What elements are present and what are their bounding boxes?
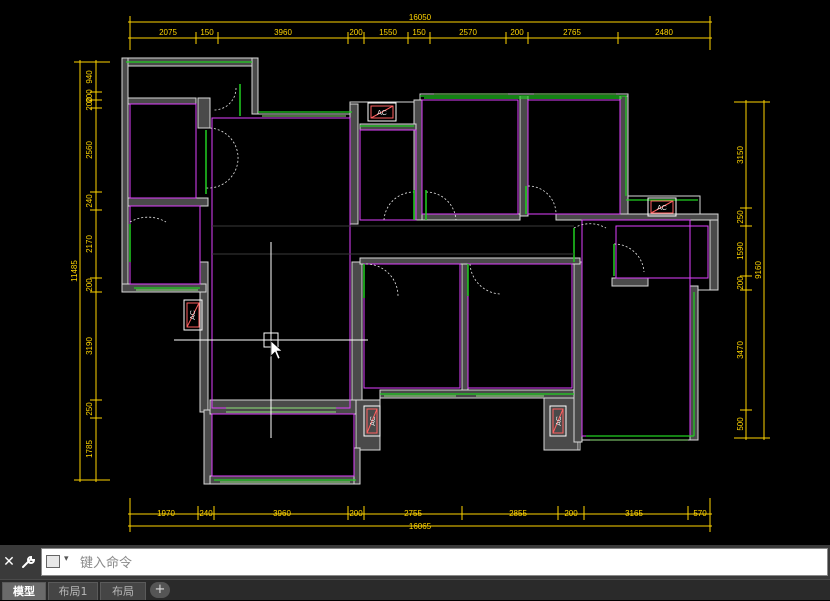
- ac-unit: AC: [647, 197, 677, 217]
- chevron-down-icon[interactable]: ▾: [64, 554, 69, 564]
- dimension-texts: 16050 2075 150 3960 200 1550 150 2570 20…: [70, 13, 763, 531]
- bottom-dim: 570: [693, 509, 707, 518]
- wrench-icon[interactable]: [20, 554, 38, 570]
- left-dim: 200: [85, 97, 94, 111]
- windows: [136, 93, 688, 483]
- bottom-dim: 3960: [273, 509, 291, 518]
- left-dim: 250: [85, 402, 94, 416]
- reference-lines: [212, 225, 574, 255]
- command-line-bar: ✕ ▾: [0, 545, 830, 579]
- ac-unit: AC: [183, 299, 203, 331]
- left-dim: 1785: [85, 440, 94, 458]
- left-dim: 940: [85, 70, 94, 84]
- left-dim: 240: [85, 194, 94, 208]
- bottom-dim: 2855: [509, 509, 527, 518]
- right-dim: 200: [736, 276, 745, 290]
- ac-units: AC AC AC AC AC: [183, 102, 677, 437]
- command-input-field[interactable]: ▾: [41, 548, 828, 576]
- ac-label: AC: [377, 110, 387, 117]
- top-dim: 200: [349, 28, 363, 37]
- left-dim: 3190: [85, 337, 94, 355]
- top-dim: 150: [200, 28, 214, 37]
- bottom-dim: 240: [199, 509, 213, 518]
- close-icon[interactable]: ✕: [2, 554, 16, 570]
- left-dim: 2170: [85, 235, 94, 253]
- bottom-overall-dimension: 16065: [409, 522, 432, 531]
- command-input[interactable]: [78, 552, 812, 574]
- tab-layout[interactable]: 布局: [100, 582, 146, 600]
- floor-plan-walls: [121, 57, 719, 485]
- drawing-canvas[interactable]: 16050 2075 150 3960 200 1550 150 2570 20…: [0, 0, 830, 545]
- dimension-lines: [74, 16, 770, 532]
- right-dim: 1590: [736, 242, 745, 260]
- ac-label: AC: [370, 416, 377, 426]
- left-dimension-ticks: [74, 61, 110, 481]
- top-dim: 2480: [655, 28, 673, 37]
- add-layout-button[interactable]: +: [150, 582, 170, 598]
- top-dim: 2765: [563, 28, 581, 37]
- tab-layout1[interactable]: 布局1: [48, 582, 98, 600]
- ac-unit: AC: [367, 102, 397, 122]
- right-dim: 250: [736, 210, 745, 224]
- right-dim: 500: [736, 417, 745, 431]
- right-dim: 3150: [736, 146, 745, 164]
- bottom-dim: 1970: [157, 509, 175, 518]
- bottom-dim: 200: [349, 509, 363, 518]
- bottom-dim: 3165: [625, 509, 643, 518]
- top-overall-dimension: 16050: [409, 13, 432, 22]
- top-dim: 150: [412, 28, 426, 37]
- bottom-dim: 200: [564, 509, 578, 518]
- top-dim: 3960: [274, 28, 292, 37]
- right-overall-dimension: 9160: [754, 261, 763, 279]
- top-dim: 1550: [379, 28, 397, 37]
- ac-label: AC: [657, 205, 667, 212]
- tab-model[interactable]: 模型: [2, 582, 46, 600]
- top-dim: 200: [510, 28, 524, 37]
- ac-label: AC: [190, 310, 197, 320]
- left-dim: 200: [85, 278, 94, 292]
- right-dim: 3470: [736, 341, 745, 359]
- command-prompt-icon[interactable]: [46, 555, 60, 568]
- left-dim: 2560: [85, 141, 94, 159]
- top-dim: 2570: [459, 28, 477, 37]
- left-overall-dimension: 11485: [70, 260, 79, 282]
- top-dim: 2075: [159, 28, 177, 37]
- bottom-dim: 2755: [404, 509, 422, 518]
- layout-tab-bar: 模型 布局1 布局 +: [0, 579, 830, 600]
- ac-label: AC: [556, 416, 563, 426]
